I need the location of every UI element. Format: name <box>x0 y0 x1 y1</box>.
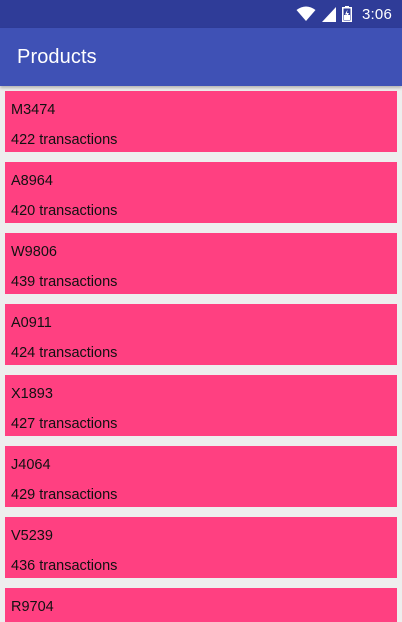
product-transaction-count: 424 transactions <box>11 345 118 361</box>
product-name: R9704 <box>11 599 54 615</box>
product-item[interactable]: A8964 420 transactions <box>5 162 397 223</box>
product-transaction-count: 420 transactions <box>11 203 118 219</box>
product-list[interactable]: M3474 422 transactions A8964 420 transac… <box>0 86 402 622</box>
product-name: M3474 <box>11 102 56 118</box>
product-item[interactable]: V5239 436 transactions <box>5 517 397 578</box>
page-title: Products <box>17 46 97 68</box>
wifi-icon <box>296 6 316 22</box>
status-time: 3:06 <box>362 5 392 23</box>
product-transaction-count: 436 transactions <box>11 558 118 574</box>
product-item[interactable]: W9806 439 transactions <box>5 233 397 294</box>
cell-signal-icon <box>322 6 336 22</box>
product-name: X1893 <box>11 386 53 402</box>
product-transaction-count: 427 transactions <box>11 416 118 432</box>
status-icons: 3:06 <box>296 0 392 28</box>
product-name: W9806 <box>11 244 57 260</box>
product-name: A0911 <box>11 315 52 331</box>
battery-icon <box>342 6 352 22</box>
product-name: V5239 <box>11 528 53 544</box>
product-transaction-count: 429 transactions <box>11 487 118 503</box>
product-item[interactable]: R9704 <box>5 588 397 622</box>
product-transaction-count: 439 transactions <box>11 274 118 290</box>
product-name: A8964 <box>11 173 53 189</box>
product-item[interactable]: A0911 424 transactions <box>5 304 397 365</box>
product-item[interactable]: M3474 422 transactions <box>5 91 397 152</box>
app-bar: Products <box>0 28 402 86</box>
product-transaction-count: 422 transactions <box>11 132 118 148</box>
product-item[interactable]: X1893 427 transactions <box>5 375 397 436</box>
product-item[interactable]: J4064 429 transactions <box>5 446 397 507</box>
product-name: J4064 <box>11 457 51 473</box>
status-bar: 3:06 <box>0 0 402 28</box>
